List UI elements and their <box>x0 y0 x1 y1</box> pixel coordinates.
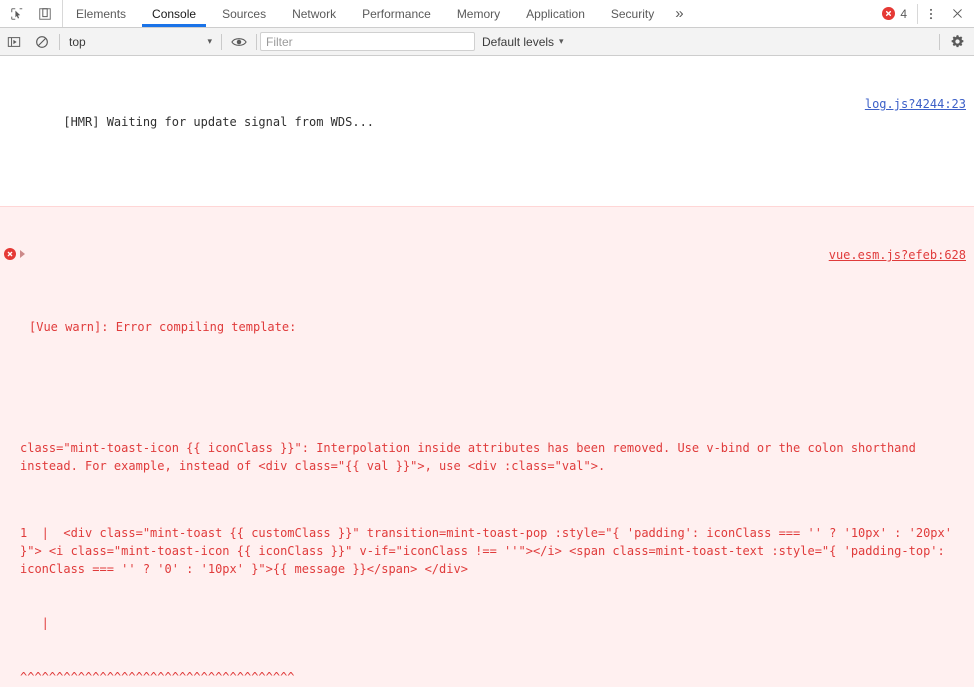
tab-network[interactable]: Network <box>279 0 349 27</box>
source-link[interactable]: vue.esm.js?efeb:628 <box>829 246 966 264</box>
chevron-down-icon: ▾ <box>559 36 564 46</box>
tab-label: Console <box>152 6 197 21</box>
message-text: [Vue warn]: Error compiling template: <box>29 320 297 334</box>
execution-context-value: top <box>69 34 86 49</box>
tab-security[interactable]: Security <box>598 0 667 27</box>
toolbar-divider <box>939 33 940 50</box>
error-count-badge[interactable]: 4 <box>876 3 918 24</box>
message-header: [HMR] Waiting for update signal from WDS… <box>20 95 974 167</box>
log-levels-label: Default levels <box>482 34 555 49</box>
tab-label: Security <box>610 6 655 21</box>
toolbar-divider <box>59 33 60 50</box>
log-levels-selector[interactable]: Default levels ▾ <box>475 32 571 52</box>
devtools-main-menu-icon[interactable] <box>918 1 944 27</box>
message-header: [Vue warn]: Error compiling template: vu… <box>4 246 974 390</box>
tab-memory[interactable]: Memory <box>444 0 513 27</box>
console-message-error[interactable]: [Vue warn]: Error compiling template: vu… <box>0 206 974 687</box>
code-marker-pipe: | <box>20 616 49 630</box>
toolbar-divider <box>256 33 257 50</box>
chevron-down-icon: ▾ <box>207 36 212 46</box>
devtools-tool-icons <box>0 0 63 27</box>
tab-label: Memory <box>456 6 501 21</box>
error-count-value: 4 <box>900 6 907 21</box>
clear-console-icon[interactable] <box>28 29 56 55</box>
filter-input[interactable] <box>260 32 475 51</box>
tab-performance[interactable]: Performance <box>349 0 444 27</box>
console-sidebar-toggle[interactable] <box>0 29 28 55</box>
toolbar-divider <box>221 33 222 50</box>
live-expression-eye-icon[interactable] <box>225 29 253 55</box>
more-tabs-icon[interactable]: » <box>667 0 691 27</box>
message-code-frame: 1 | <div class="mint-toast {{ customClas… <box>20 526 960 576</box>
close-devtools-icon[interactable] <box>944 1 970 27</box>
tab-label: Sources <box>222 6 267 21</box>
message-text: [HMR] Waiting for update signal from WDS… <box>63 115 375 129</box>
execution-context-selector[interactable]: top ▾ <box>63 32 218 52</box>
error-circle-icon <box>882 7 896 20</box>
message-detail: class="mint-toast-icon {{ iconClass }}":… <box>20 441 924 473</box>
tabbar-right-controls: 4 <box>876 0 974 27</box>
tab-application[interactable]: Application <box>513 0 598 27</box>
expand-arrow-icon[interactable] <box>20 250 25 258</box>
tab-console[interactable]: Console <box>139 0 209 27</box>
tab-label: Network <box>292 6 337 21</box>
tab-elements[interactable]: Elements <box>63 0 139 27</box>
tab-label: Application <box>526 6 585 21</box>
tab-label: Performance <box>362 6 431 21</box>
error-circle-icon <box>4 248 16 260</box>
tab-sources[interactable]: Sources <box>209 0 279 27</box>
source-link[interactable]: log.js?4244:23 <box>865 95 966 113</box>
inspect-element-icon[interactable] <box>3 1 31 27</box>
console-message-list[interactable]: [HMR] Waiting for update signal from WDS… <box>0 56 974 687</box>
devtools-tabbar: Elements Console Sources Network Perform… <box>0 0 974 28</box>
devtools-tab-list: Elements Console Sources Network Perform… <box>63 0 876 27</box>
tab-label: Elements <box>76 6 127 21</box>
console-filter-toolbar: top ▾ Default levels ▾ <box>0 28 974 56</box>
device-toolbar-icon[interactable] <box>31 1 59 27</box>
code-marker-carets: ^^^^^^^^^^^^^^^^^^^^^^^^^^^^^^^^^^^^^^ <box>20 670 295 684</box>
toolbar-right-controls <box>936 29 974 55</box>
console-message-info[interactable]: [HMR] Waiting for update signal from WDS… <box>0 56 974 207</box>
console-settings-gear-icon[interactable] <box>943 29 971 55</box>
